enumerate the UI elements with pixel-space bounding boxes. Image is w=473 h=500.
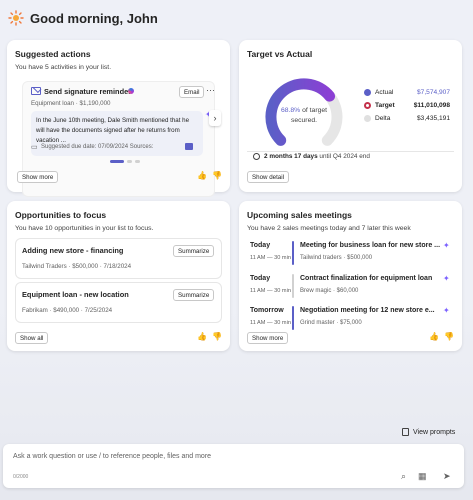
show-more-button[interactable]: Show more: [247, 332, 289, 344]
thumbs-down-icon[interactable]: 👎: [444, 332, 454, 341]
carousel-dots: [110, 160, 140, 163]
greeting-title: Good morning, John: [30, 10, 158, 26]
meeting-title: Meeting for business loan for new store …: [300, 242, 441, 249]
attach-icon[interactable]: ⌕: [401, 471, 406, 482]
thumbs-down-icon[interactable]: 👎: [212, 171, 222, 180]
action-title: Send signature reminder: [44, 87, 132, 96]
meeting-day: Today: [250, 275, 271, 282]
opportunity-item[interactable]: Equipment loan - new location Fabrikam ·…: [15, 282, 222, 323]
meeting-item[interactable]: Today 11 AM — 30 min Contract finalizati…: [247, 272, 454, 302]
meeting-time: 11 AM — 30 min: [250, 320, 291, 326]
thumbs-up-icon[interactable]: 👍: [197, 332, 207, 341]
view-prompts-button[interactable]: View prompts: [402, 428, 455, 436]
mail-icon: [31, 87, 41, 95]
meeting-day: Today: [250, 242, 271, 249]
summarize-button[interactable]: Summarize: [173, 289, 215, 301]
show-all-button[interactable]: Show all: [15, 332, 49, 344]
meeting-bar: [292, 241, 294, 265]
copilot-icon: [128, 88, 134, 94]
show-detail-button[interactable]: Show detail: [247, 171, 289, 183]
email-button[interactable]: Email: [179, 86, 205, 98]
card-title: Target vs Actual: [247, 49, 313, 59]
sparkle-icon[interactable]: ✦: [443, 306, 450, 315]
legend-dot: [364, 89, 371, 96]
legend: Actual $7,574,907 Target $11,010,098 Del…: [364, 88, 450, 127]
target-vs-actual-card: Target vs Actual 68.8% of target secured…: [239, 40, 462, 192]
send-icon[interactable]: ➤: [443, 471, 451, 482]
time-remaining: 2 months 17 days until Q4 2024 end: [264, 153, 370, 160]
meeting-bar: [292, 306, 294, 330]
target-icon: [364, 102, 371, 109]
sparkle-icon[interactable]: ✦: [443, 241, 450, 250]
meeting-time: 11 AM — 30 min: [250, 255, 291, 261]
meeting-day: Tomorrow: [250, 307, 284, 314]
carousel-dot[interactable]: [135, 160, 140, 163]
thumbs-up-icon[interactable]: 👍: [197, 171, 207, 180]
card-subtitle: You have 10 opportunities in your list t…: [15, 225, 154, 232]
carousel-dot[interactable]: [110, 160, 124, 163]
due-date: Suggested due date: 07/09/2024 Sources:: [41, 144, 154, 150]
summarize-button[interactable]: Summarize: [173, 245, 215, 257]
opportunities-card: Opportunities to focus You have 10 oppor…: [7, 201, 230, 351]
gauge-label: 68.8% of target secured.: [275, 106, 333, 126]
legend-row-actual: Actual $7,574,907: [364, 88, 450, 101]
meeting-title: Negotiation meeting for 12 new store e..…: [300, 307, 435, 314]
view-prompts-label: View prompts: [413, 428, 456, 436]
opportunity-title: Equipment loan - new location: [22, 290, 129, 299]
sparkle-icon[interactable]: ✦: [443, 274, 450, 283]
card-title: Upcoming sales meetings: [247, 210, 352, 220]
legend-row-delta: Delta $3,435,191: [364, 114, 450, 127]
sun-icon: [8, 10, 24, 26]
secured-label: secured.: [290, 117, 318, 124]
prompts-icon: [402, 428, 409, 436]
percent-suffix: of target: [300, 107, 328, 114]
legend-value: $3,435,191: [416, 115, 450, 122]
meeting-item[interactable]: Tomorrow 11 AM — 30 min Negotiation meet…: [247, 304, 454, 334]
header: Good morning, John: [8, 8, 158, 28]
chat-composer[interactable]: Ask a work question or use / to referenc…: [3, 444, 464, 488]
meeting-title: Contract finalization for equipment loan: [300, 275, 433, 282]
card-subtitle: You have 2 sales meetings today and 7 la…: [247, 225, 411, 232]
meeting-meta: Brew magic · $60,000: [300, 288, 359, 294]
suggested-actions-card: Suggested actions You have 5 activities …: [7, 40, 230, 197]
legend-dot: [364, 115, 371, 122]
thumbs-up-icon[interactable]: 👍: [429, 332, 439, 341]
legend-row-target: Target $11,010,098: [364, 101, 450, 114]
composer-input[interactable]: Ask a work question or use / to referenc…: [13, 453, 211, 460]
meeting-time: 11 AM — 30 min: [250, 288, 291, 294]
clock-icon: [253, 153, 260, 160]
meeting-meta: Grind master · $75,000: [300, 320, 362, 326]
opportunity-title: Adding new store - financing: [22, 246, 124, 255]
character-counter: 0/2000: [13, 474, 29, 480]
legend-value: $7,574,907: [416, 89, 450, 96]
card-subtitle: You have 5 activities in your list.: [15, 64, 112, 71]
divider: [247, 151, 454, 152]
more-icon[interactable]: ···: [206, 85, 215, 95]
legend-name: Target: [375, 102, 395, 109]
percent-value: 68.8%: [280, 107, 301, 114]
action-meta: Equipment loan · $1,190,000: [31, 100, 111, 107]
meeting-meta: Tailwind traders · $500,000: [300, 255, 373, 261]
apps-grid-icon[interactable]: ▦: [418, 471, 427, 482]
opportunity-meta: Tailwind Traders · $500,000 · 7/18/2024: [22, 263, 132, 270]
meeting-item[interactable]: Today 11 AM — 30 min Meeting for busines…: [247, 239, 454, 269]
card-title: Opportunities to focus: [15, 210, 107, 220]
upcoming-meetings-card: Upcoming sales meetings You have 2 sales…: [239, 201, 462, 351]
chevron-right-icon[interactable]: ›: [209, 110, 221, 126]
card-title: Suggested actions: [15, 49, 91, 59]
thumbs-down-icon[interactable]: 👎: [212, 332, 222, 341]
legend-name: Actual: [375, 89, 394, 96]
meeting-bar: [292, 274, 294, 298]
legend-name: Delta: [375, 115, 391, 122]
legend-value: $11,010,098: [413, 102, 450, 109]
carousel-dot[interactable]: [127, 160, 132, 163]
show-more-button[interactable]: Show more: [17, 171, 59, 183]
opportunity-meta: Fabrikam · $490,000 · 7/25/2024: [22, 307, 113, 314]
calendar-icon: ▭: [31, 144, 38, 151]
teams-icon[interactable]: [185, 143, 193, 150]
opportunity-item[interactable]: Adding new store - financing Tailwind Tr…: [15, 238, 222, 279]
